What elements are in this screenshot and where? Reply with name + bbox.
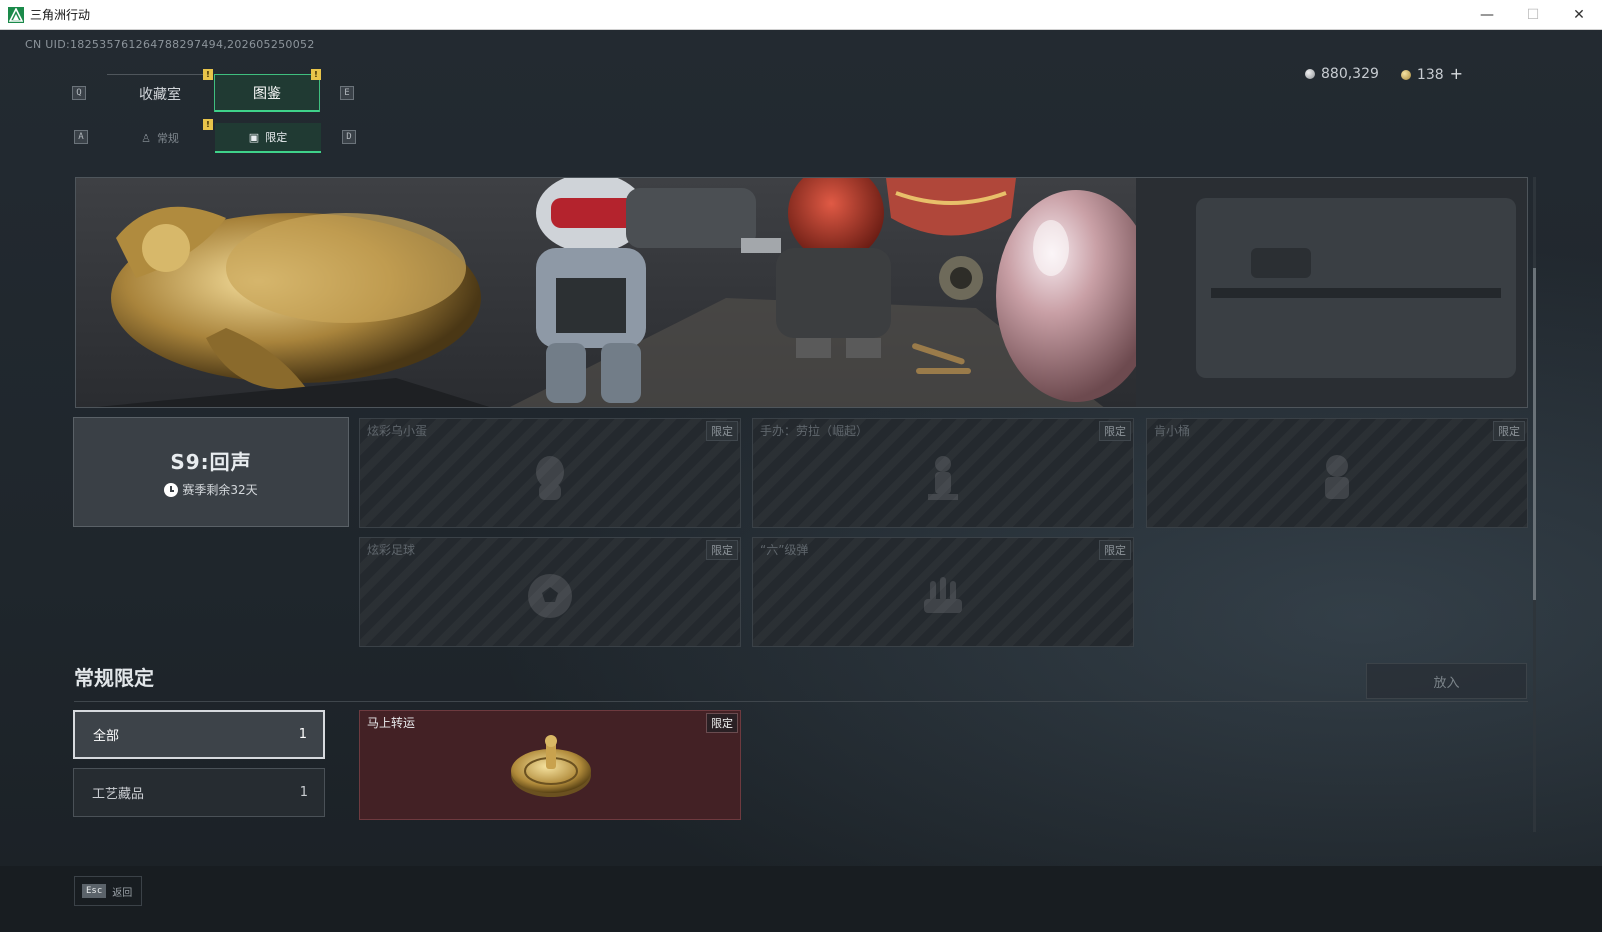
- filter-label: 全部: [93, 729, 120, 744]
- limited-tag: 限定: [706, 713, 738, 733]
- limited-tag: 限定: [706, 540, 738, 560]
- bucket-figure-icon: [1325, 455, 1349, 500]
- image-frame-icon: ▣: [248, 130, 260, 144]
- currency-bar: 880,329 138 +: [1305, 64, 1463, 83]
- season-card[interactable]: S9:回声 赛季剩余32天: [73, 417, 349, 527]
- window-title: 三角洲行动: [30, 8, 91, 22]
- item-name: 炫彩乌小蛋: [367, 424, 428, 438]
- egg-figure-icon: [536, 456, 564, 501]
- notice-badge: !: [203, 119, 213, 130]
- filter-count: 1: [298, 727, 307, 742]
- key-hint-q: Q: [72, 86, 86, 100]
- scrollbar-thumb[interactable]: [1533, 268, 1536, 600]
- game-viewport: CN UID:182535761264788297494,20260525005…: [0, 30, 1602, 932]
- filter-label: 工艺藏品: [92, 787, 145, 802]
- item-name: 手办：劳拉（崛起）: [760, 424, 869, 438]
- owned-item-card[interactable]: 马上转运 限定: [359, 710, 741, 820]
- app-logo-icon: [8, 6, 24, 23]
- season-remaining-text: 赛季剩余32天: [182, 483, 258, 497]
- filter-count: 1: [299, 785, 308, 800]
- bottom-bar: [0, 866, 1602, 932]
- tab-limited-label: 限定: [265, 131, 288, 144]
- section-title: 常规限定: [74, 666, 154, 690]
- window-titlebar: 三角洲行动 — ☐ ✕: [0, 0, 1602, 30]
- season-remaining: 赛季剩余32天: [164, 481, 258, 498]
- put-in-button[interactable]: 放入: [1366, 663, 1527, 699]
- limited-tag: 限定: [706, 421, 738, 441]
- clock-icon: [164, 482, 179, 497]
- close-button[interactable]: ✕: [1556, 0, 1602, 30]
- football-icon: [528, 574, 572, 619]
- maximize-button[interactable]: ☐: [1510, 0, 1556, 30]
- tab-regular-label: 常规: [156, 132, 179, 145]
- tab-regular[interactable]: ♙ 常规: [107, 123, 213, 153]
- key-hint-a: A: [74, 130, 88, 144]
- season-title: S9:回声: [170, 450, 252, 474]
- season-banner-image: [75, 177, 1528, 408]
- limited-item-card[interactable]: 肯小桶 限定: [1146, 418, 1528, 528]
- limited-item-card[interactable]: 炫彩足球 限定: [359, 537, 741, 647]
- gold-coin-icon: [1400, 70, 1411, 80]
- filter-all[interactable]: 全部 1: [73, 710, 325, 759]
- tab-limited[interactable]: ▣ 限定: [215, 123, 321, 153]
- limited-item-card[interactable]: 炫彩乌小蛋 限定: [359, 418, 741, 528]
- silver-currency: 880,329: [1305, 66, 1379, 82]
- item-name: 马上转运: [367, 716, 416, 730]
- figure-icon: [928, 456, 958, 501]
- minimize-button[interactable]: —: [1464, 0, 1510, 30]
- add-currency-button[interactable]: +: [1450, 64, 1463, 83]
- filter-craft-collectibles[interactable]: 工艺藏品 1: [73, 768, 325, 817]
- gold-amount: 138: [1416, 67, 1444, 83]
- golden-disc-icon: [511, 735, 591, 797]
- tab-catalog[interactable]: 图鉴: [214, 74, 320, 112]
- limited-tag: 限定: [1099, 421, 1131, 441]
- notice-badge: !: [311, 69, 321, 80]
- bullet-icon: [924, 577, 962, 614]
- limited-tag: 限定: [1099, 540, 1131, 560]
- silver-amount: 880,329: [1321, 65, 1379, 82]
- limited-item-card[interactable]: “六”级弹 限定: [752, 537, 1134, 647]
- tab-collection-room[interactable]: 收藏室: [107, 74, 213, 112]
- notice-badge: !: [203, 69, 213, 80]
- back-label: 返回: [112, 887, 133, 899]
- regular-tab-icon: ♙: [141, 131, 151, 145]
- item-name: 炫彩足球: [367, 543, 416, 557]
- item-name: 肯小桶: [1154, 424, 1191, 438]
- item-name: “六”级弹: [760, 543, 809, 557]
- section-divider: [74, 701, 1528, 702]
- back-button[interactable]: Esc 返回: [74, 876, 142, 906]
- key-hint-d: D: [342, 130, 356, 144]
- uid-label: CN UID:182535761264788297494,20260525005…: [25, 38, 315, 51]
- window-controls: — ☐ ✕: [1464, 0, 1602, 30]
- gold-currency: 138 +: [1400, 64, 1463, 83]
- limited-item-card[interactable]: 手办：劳拉（崛起） 限定: [752, 418, 1134, 528]
- esc-key-hint: Esc: [82, 884, 107, 898]
- silver-coin-icon: [1305, 68, 1315, 79]
- limited-tag: 限定: [1493, 421, 1525, 441]
- key-hint-e: E: [340, 86, 354, 100]
